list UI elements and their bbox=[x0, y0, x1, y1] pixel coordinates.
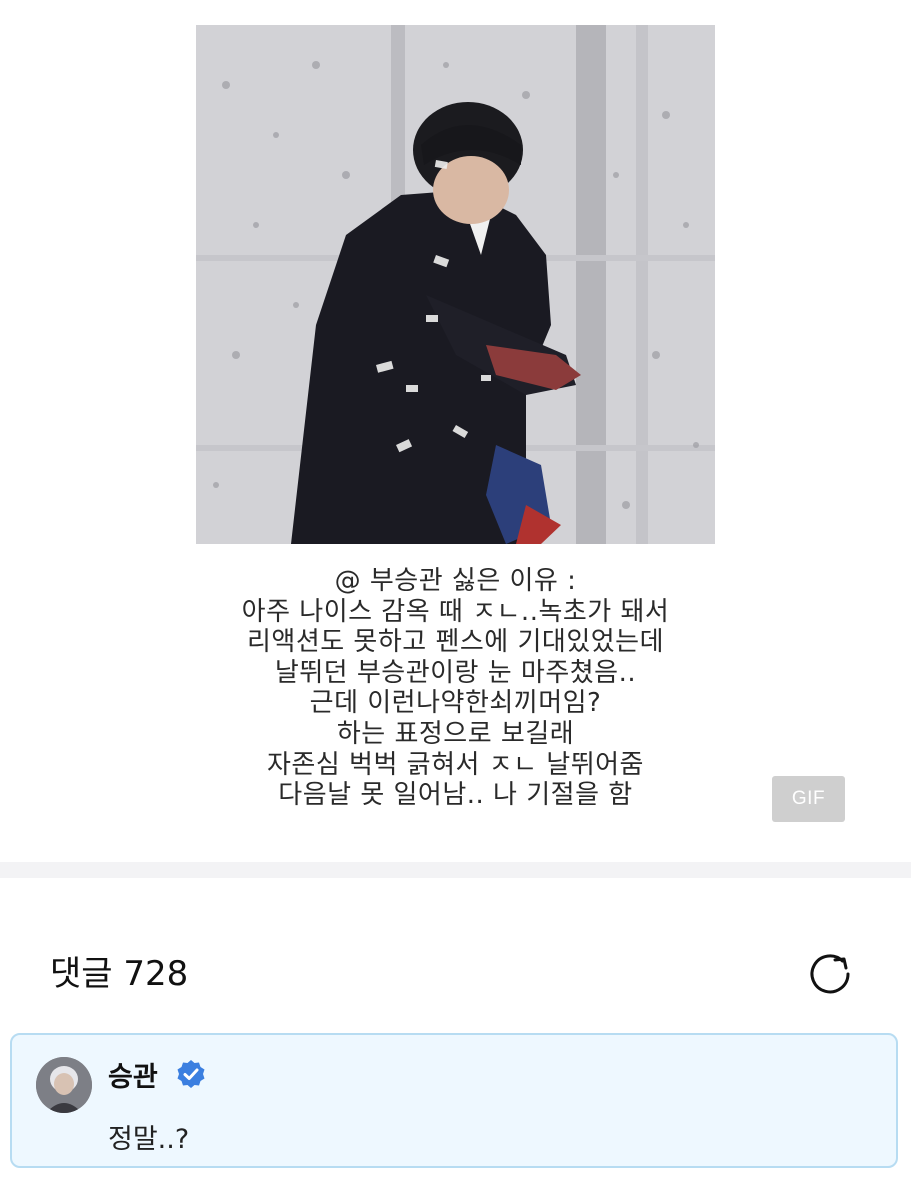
avatar[interactable] bbox=[36, 1057, 92, 1113]
comment-author[interactable]: 승관 bbox=[108, 1055, 158, 1094]
caption-line: 자존심 벅벅 긁혀서 ㅈㄴ 날뛰어줌 bbox=[267, 749, 644, 780]
caption-line: 다음날 못 일어남.. 나 기절을 함 bbox=[278, 780, 633, 811]
comments-count-title: 댓글 728 bbox=[50, 954, 189, 994]
comment-text: 정말..? bbox=[108, 1124, 190, 1155]
caption-line: @ 부승관 싫은 이유 : bbox=[334, 566, 577, 596]
refresh-icon bbox=[810, 954, 850, 994]
gif-badge[interactable]: GIF bbox=[772, 776, 845, 822]
gif-photo[interactable] bbox=[196, 25, 715, 544]
photo-illustration bbox=[196, 25, 715, 544]
avatar-image bbox=[36, 1057, 92, 1113]
caption-line: 리액션도 못하고 펜스에 기대있었는데 bbox=[246, 627, 664, 658]
comments-header: 댓글 728 bbox=[0, 878, 911, 1028]
caption-line: 아주 나이스 감옥 때 ㅈㄴ..녹초가 돼서 bbox=[241, 596, 670, 627]
caption-line: 근데 이런나약한쇠끼머임? bbox=[309, 688, 602, 719]
caption-line: 하는 표정으로 보길래 bbox=[336, 718, 575, 749]
post-content: @ 부승관 싫은 이유 : 아주 나이스 감옥 때 ㅈㄴ..녹초가 돼서 리액션… bbox=[0, 0, 911, 862]
section-divider bbox=[0, 862, 911, 878]
caption-line: 날뛰던 부승관이랑 눈 마주쳤음.. bbox=[274, 657, 637, 688]
refresh-button[interactable] bbox=[804, 948, 856, 1000]
verified-badge-icon bbox=[177, 1060, 205, 1088]
comment-item[interactable]: 승관 정말..? bbox=[10, 1033, 898, 1168]
post-caption: @ 부승관 싫은 이유 : 아주 나이스 감옥 때 ㅈㄴ..녹초가 돼서 리액션… bbox=[196, 566, 715, 811]
